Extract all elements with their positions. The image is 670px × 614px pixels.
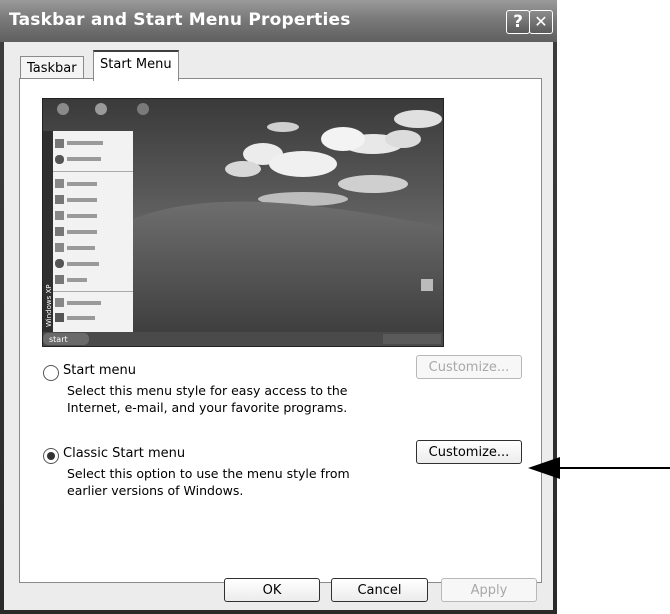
classic-start-menu-radio[interactable] [43,448,59,464]
start-menu-preview-image: start Windows XP [42,98,444,347]
window-title: Taskbar and Start Menu Properties [9,10,351,30]
title-bar[interactable]: Taskbar and Start Menu Properties ? ✕ [0,0,557,42]
customize-start-menu-button[interactable]: Customize... [416,355,522,379]
tab-start-menu-label: Start Menu [100,57,172,72]
preview-start-text: start [49,335,68,344]
start-menu-radio[interactable] [43,365,59,381]
classic-start-menu-label[interactable]: Classic Start menu [63,446,185,461]
start-menu-panel: start Windows XP Start menu Select this … [19,78,542,583]
close-button[interactable]: ✕ [529,10,553,34]
classic-start-menu-description-line2: earlier versions of Windows. [67,483,244,498]
help-button[interactable]: ? [506,10,530,34]
tab-taskbar-label: Taskbar [27,61,77,76]
dialog-client-area: Taskbar Start Menu start Windows XP Star… [4,42,553,610]
customize-classic-start-menu-button[interactable]: Customize... [416,440,522,464]
desktop-preview-graphic: start Windows XP [43,99,443,346]
apply-button[interactable]: Apply [441,578,537,602]
start-menu-label[interactable]: Start menu [63,363,136,378]
tab-start-menu[interactable]: Start Menu [93,50,179,81]
pointer-arrow-icon [528,457,670,479]
cancel-button[interactable]: Cancel [331,578,428,602]
classic-start-menu-description-line1: Select this option to use the menu style… [67,466,350,481]
ok-button[interactable]: OK [224,578,320,602]
start-menu-description-line2: Internet, e-mail, and your favorite prog… [67,400,348,415]
radio-selected-dot [47,452,55,460]
properties-window: Taskbar and Start Menu Properties ? ✕ Ta… [0,0,557,614]
preview-side-text: Windows XP [45,285,53,328]
start-menu-description-line1: Select this menu style for easy access t… [67,383,348,398]
